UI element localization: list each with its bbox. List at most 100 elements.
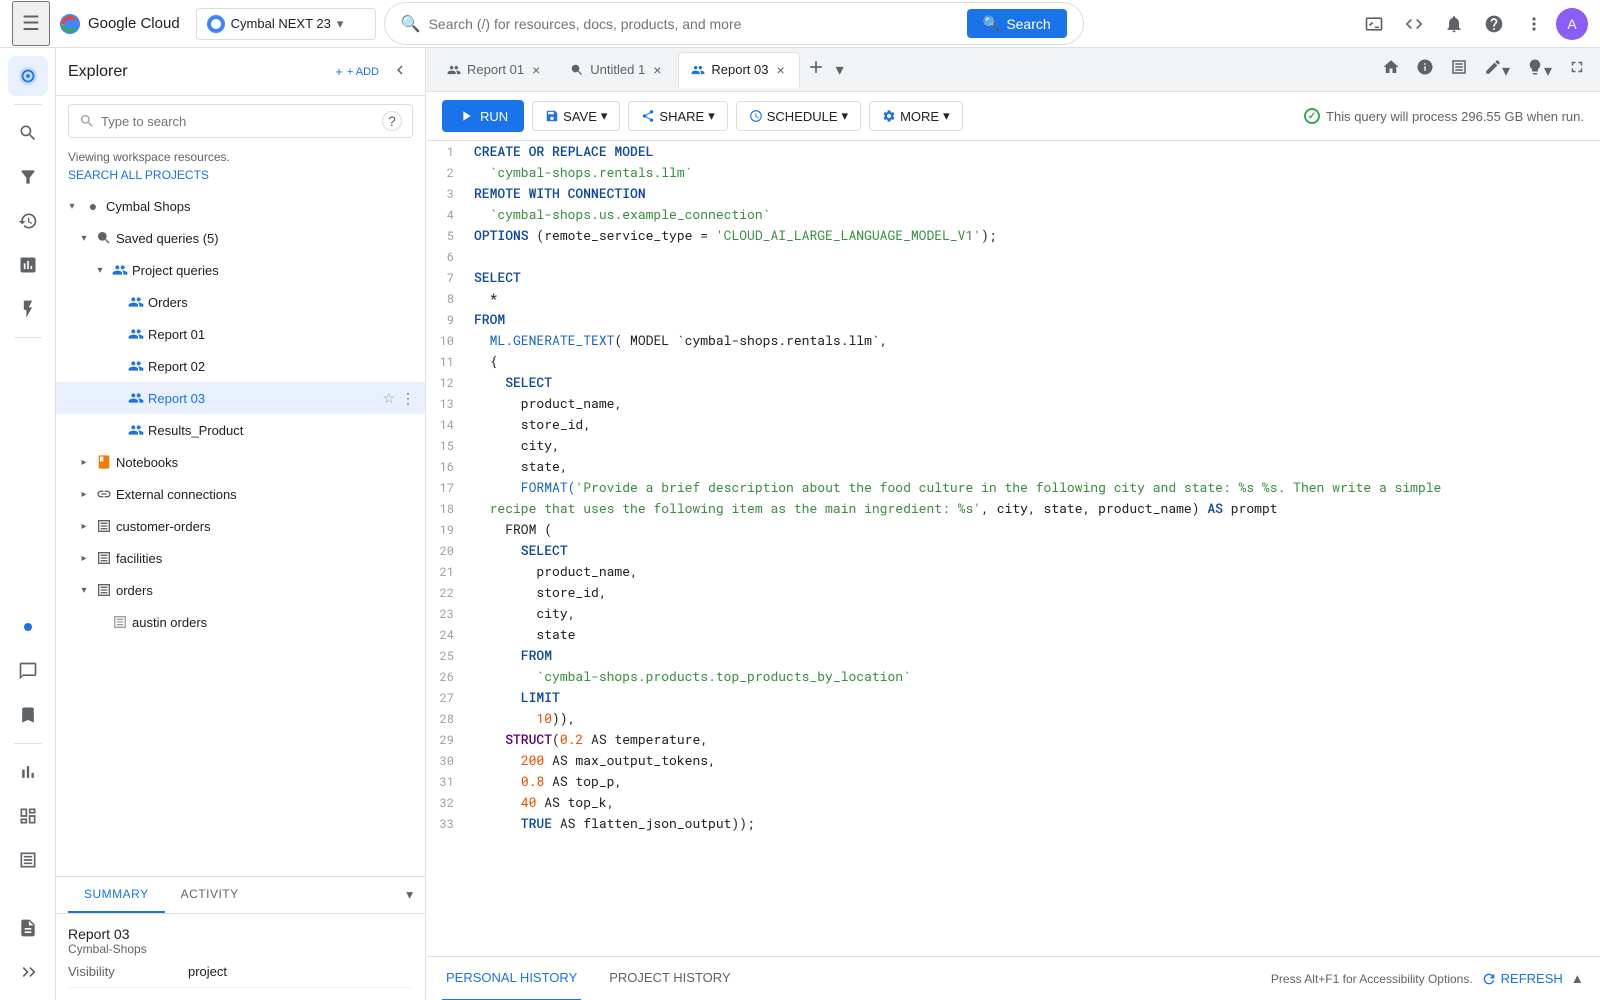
more-icon[interactable]: ⋮	[399, 388, 417, 409]
notification-icon[interactable]	[1436, 6, 1472, 42]
more-icon[interactable]: ⋮	[399, 548, 417, 569]
tab-untitled1[interactable]: Untitled 1 ×	[557, 52, 676, 88]
help-icon[interactable]	[1476, 6, 1512, 42]
file-icon[interactable]	[8, 908, 48, 948]
share-button[interactable]: SHARE ▾	[628, 101, 727, 131]
more-icon[interactable]: ⋮	[399, 260, 417, 281]
star-icon[interactable]: ☆	[380, 420, 397, 441]
more-icon[interactable]: ⋮	[399, 292, 417, 313]
chat-icon[interactable]	[8, 651, 48, 691]
bar-chart-icon[interactable]	[8, 752, 48, 792]
star-icon[interactable]: ☆	[380, 612, 397, 633]
history-icon[interactable]	[8, 201, 48, 241]
star-icon[interactable]: ☆	[380, 324, 397, 345]
expand-history-icon[interactable]: ▲	[1571, 971, 1584, 986]
grid-icon[interactable]	[8, 796, 48, 836]
terminal-icon[interactable]	[1396, 6, 1432, 42]
tree-item-austin-orders[interactable]: austin orders ☆ ⋮	[56, 606, 425, 638]
analytics-icon[interactable]	[8, 245, 48, 285]
cloud-shell-icon[interactable]	[1356, 6, 1392, 42]
tab-project-history[interactable]: PROJECT HISTORY	[605, 957, 734, 1000]
tab-activity[interactable]: ACTIVITY	[165, 877, 255, 913]
fullscreen-icon[interactable]	[1562, 54, 1592, 85]
star-icon[interactable]: ☆	[380, 548, 397, 569]
tree-item-saved-queries[interactable]: ▾ Saved queries (5) ☆ ⋮	[56, 222, 425, 254]
more-icon[interactable]: ⋮	[399, 484, 417, 505]
more-icon[interactable]: ⋮	[399, 196, 417, 217]
more-icon[interactable]: ⋮	[399, 516, 417, 537]
tree-item-report02[interactable]: ▸ Report 02 ☆ ⋮	[56, 350, 425, 382]
more-icon[interactable]: ⋮	[399, 228, 417, 249]
star-icon[interactable]: ☆	[380, 516, 397, 537]
tree-item-notebooks[interactable]: ▸ Notebooks ☆ ⋮	[56, 446, 425, 478]
search-all-projects-link[interactable]: SEARCH ALL PROJECTS	[56, 168, 425, 190]
menu-icon[interactable]: ☰	[12, 1, 50, 46]
search-button[interactable]: 🔍 Search	[967, 9, 1067, 38]
collapse-left-icon[interactable]	[8, 952, 48, 992]
tab-close-button[interactable]: ×	[651, 60, 663, 80]
tree-item-report03[interactable]: ▸ Report 03 ☆ ⋮	[56, 382, 425, 414]
filter-icon[interactable]	[8, 157, 48, 197]
tree-item-customer-orders[interactable]: ▸ customer-orders ☆ ⋮	[56, 510, 425, 542]
refresh-button[interactable]: REFRESH	[1481, 971, 1563, 987]
help-search-icon[interactable]: ?	[382, 111, 402, 131]
more-icon[interactable]: ⋮	[399, 356, 417, 377]
star-icon[interactable]: ☆	[380, 228, 397, 249]
tab-report01[interactable]: Report 01 ×	[434, 52, 555, 88]
star-icon[interactable]: ☆	[380, 356, 397, 377]
star-icon[interactable]: ☆	[380, 292, 397, 313]
more-icon[interactable]: ⋮	[399, 324, 417, 345]
info-icon[interactable]	[1410, 54, 1440, 85]
tree-item-report01[interactable]: ▸ Report 01 ☆ ⋮	[56, 318, 425, 350]
tree-item-facilities[interactable]: ▸ facilities ☆ ⋮	[56, 542, 425, 574]
code-editor[interactable]: 1CREATE OR REPLACE MODEL2 `cymbal-shops.…	[426, 141, 1600, 956]
star-icon[interactable]: ☆	[380, 580, 397, 601]
more-options-icon[interactable]	[1516, 6, 1552, 42]
star-icon[interactable]: ☆	[380, 260, 397, 281]
tree-item-project-queries[interactable]: ▾ Project queries ☆ ⋮	[56, 254, 425, 286]
table-icon[interactable]	[8, 840, 48, 880]
more-icon[interactable]: ⋮	[399, 420, 417, 441]
explorer-search-input[interactable]	[101, 114, 376, 129]
star-icon[interactable]: ☆	[380, 452, 397, 473]
star-icon[interactable]: ☆	[380, 484, 397, 505]
home-icon[interactable]	[1376, 54, 1406, 85]
collapse-panel-icon[interactable]	[387, 57, 413, 86]
lightning-icon[interactable]	[8, 289, 48, 329]
bulb-icon[interactable]: ▾	[1520, 54, 1558, 85]
star-icon[interactable]: ☆	[380, 388, 397, 409]
tree-item-cymbal-shops[interactable]: ▾ ● Cymbal Shops ★ ⋮	[56, 190, 425, 222]
search-nav-icon[interactable]	[8, 113, 48, 153]
table-preview-icon[interactable]	[1444, 54, 1474, 85]
tab-report03[interactable]: Report 03 ×	[678, 52, 799, 88]
tab-personal-history[interactable]: PERSONAL HISTORY	[442, 957, 581, 1000]
save-button[interactable]: SAVE ▾	[532, 101, 620, 131]
tab-menu-button[interactable]: ▾	[832, 56, 848, 84]
line-content: 0.8 AS top_p,	[466, 771, 1600, 792]
add-button[interactable]: + + ADD	[327, 60, 387, 83]
schedule-button[interactable]: SCHEDULE ▾	[736, 101, 861, 131]
tab-close-button[interactable]: ×	[774, 60, 786, 80]
new-tab-button[interactable]	[802, 53, 830, 87]
tab-summary[interactable]: SUMMARY	[68, 877, 165, 913]
bigquery-icon[interactable]	[8, 56, 48, 96]
avatar[interactable]: A	[1556, 8, 1588, 40]
dot-icon[interactable]	[8, 607, 48, 647]
star-icon[interactable]: ★	[380, 196, 397, 217]
code-line: 5OPTIONS (remote_service_type = 'CLOUD_A…	[426, 225, 1600, 246]
tree-item-orders[interactable]: ▸ Orders ☆ ⋮	[56, 286, 425, 318]
tree-item-orders-table[interactable]: ▾ orders ☆ ⋮	[56, 574, 425, 606]
collapse-bottom-icon[interactable]: ▾	[406, 887, 413, 903]
search-input[interactable]	[429, 16, 959, 32]
project-selector[interactable]: Cymbal NEXT 23 ▾	[196, 8, 376, 40]
edit-icon[interactable]: ▾	[1478, 54, 1516, 85]
more-button[interactable]: MORE ▾	[869, 101, 963, 131]
run-button[interactable]: RUN	[442, 100, 524, 132]
tab-close-button[interactable]: ×	[530, 60, 542, 80]
bookmark-icon[interactable]	[8, 695, 48, 735]
tree-item-external-connections[interactable]: ▸ External connections ☆ ⋮	[56, 478, 425, 510]
more-icon[interactable]: ⋮	[399, 580, 417, 601]
more-icon[interactable]: ⋮	[399, 452, 417, 473]
more-icon[interactable]: ⋮	[399, 612, 417, 633]
tree-item-results-product[interactable]: ▸ Results_Product ☆ ⋮	[56, 414, 425, 446]
